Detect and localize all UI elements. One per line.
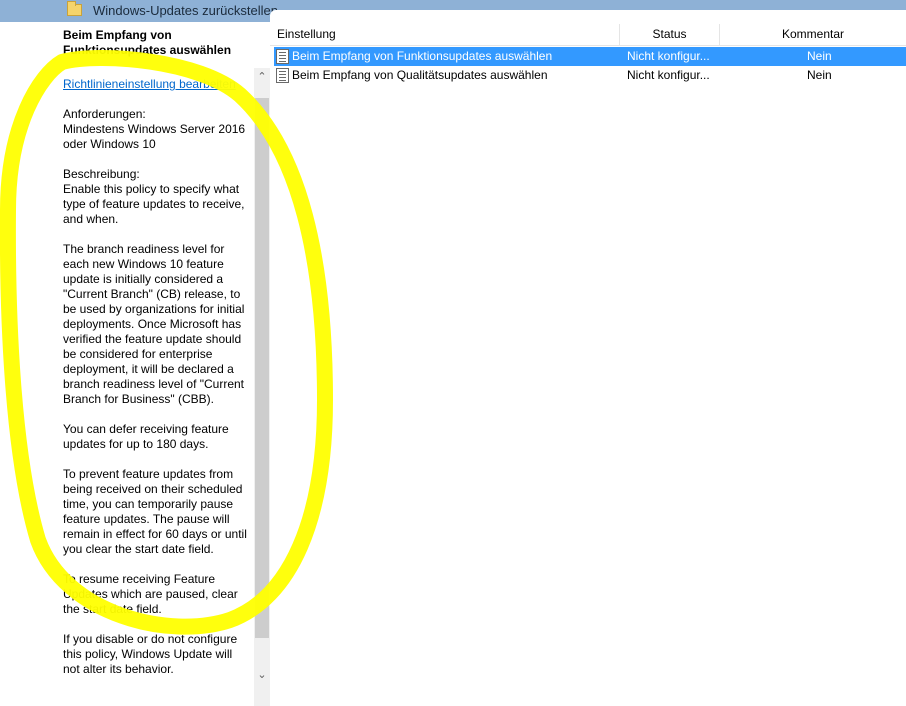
edit-policy-link[interactable]: Richtlinieneinstellung bearbeiten (63, 77, 251, 92)
description-pane: Beim Empfang von Funktionsupdates auswäh… (0, 22, 254, 706)
policy-setting-icon (276, 68, 289, 83)
description-paragraph: The branch readiness level for each new … (63, 242, 248, 406)
chevron-down-icon[interactable]: ⌄ (254, 666, 270, 684)
row-setting-name: Beim Empfang von Qualitätsupdates auswäh… (292, 68, 548, 82)
description-paragraph: You can defer receiving feature updates … (63, 422, 233, 451)
table-row[interactable]: Beim Empfang von Funktionsupdates auswäh… (274, 47, 906, 66)
description-section: Beschreibung: Enable this policy to spec… (63, 167, 251, 677)
description-paragraph: To prevent feature updates from being re… (63, 467, 251, 556)
requirements-section: Anforderungen: Mindestens Windows Server… (63, 107, 251, 152)
description-label: Beschreibung: (63, 167, 140, 181)
row-status: Nicht konfigur... (627, 68, 710, 82)
policy-setting-icon (276, 49, 289, 64)
requirements-text: Mindestens Windows Server 2016 oder Wind… (63, 122, 246, 151)
table-header: Einstellung Status Kommentar (270, 24, 906, 46)
requirements-label: Anforderungen: (63, 107, 146, 121)
row-status: Nicht konfigur... (627, 49, 710, 63)
column-header-setting[interactable]: Einstellung (270, 24, 620, 46)
settings-list-pane: Einstellung Status Kommentar Beim Empfan… (270, 10, 906, 706)
chevron-up-icon[interactable]: ⌃ (254, 68, 270, 86)
column-header-comment[interactable]: Kommentar (720, 24, 906, 46)
setting-heading: Beim Empfang von Funktionsupdates auswäh… (63, 28, 232, 57)
folder-icon (67, 1, 82, 16)
row-comment: Nein (807, 68, 832, 82)
table-row[interactable]: Beim Empfang von Qualitätsupdates auswäh… (274, 66, 906, 85)
description-paragraph: If you disable or do not configure this … (63, 632, 241, 676)
scroll-thumb[interactable] (255, 98, 269, 638)
column-header-status[interactable]: Status (620, 24, 720, 46)
row-comment: Nein (807, 49, 832, 63)
description-paragraph: To resume receiving Feature Updates whic… (63, 572, 242, 616)
description-content: Beim Empfang von Funktionsupdates auswäh… (63, 28, 251, 692)
description-scrollbar[interactable]: ⌃ ⌄ (254, 68, 270, 706)
window-title: Windows-Updates zurückstellen (93, 3, 278, 18)
description-paragraph: Enable this policy to specify what type … (63, 182, 248, 226)
row-setting-name: Beim Empfang von Funktionsupdates auswäh… (292, 49, 553, 63)
